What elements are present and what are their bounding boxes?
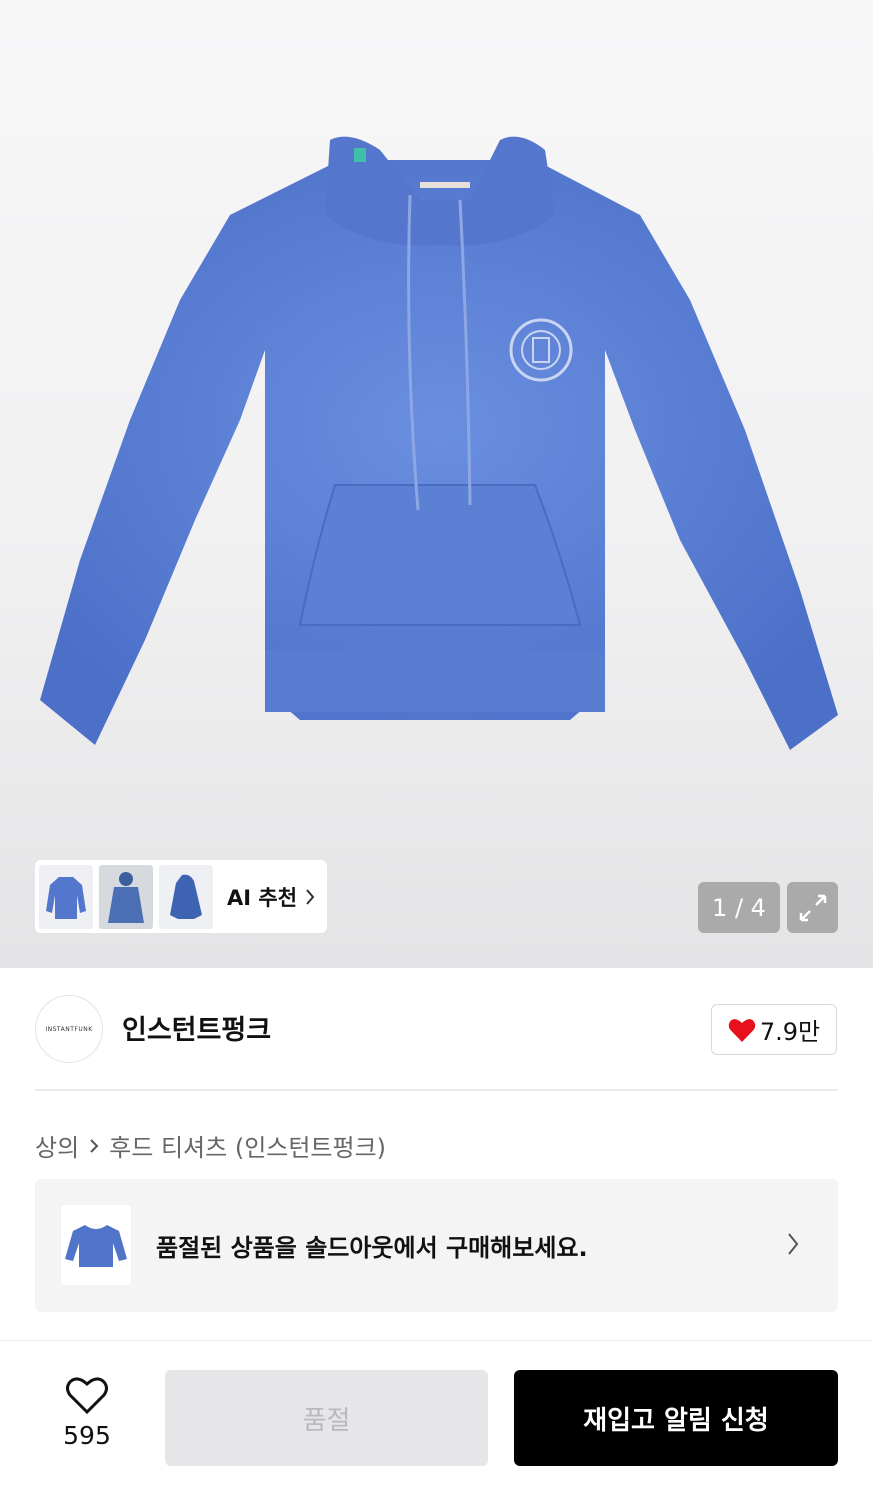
wishlist-count: 595 xyxy=(63,1421,111,1450)
breadcrumb-category[interactable]: 상의 xyxy=(35,1128,79,1163)
recommendation-thumbnail[interactable] xyxy=(39,864,93,929)
soldout-banner-text: 품절된 상품을 솔드아웃에서 구매해보세요. xyxy=(156,1234,588,1262)
image-counter: 1 / 4 xyxy=(698,882,780,933)
restock-alert-button[interactable]: 재입고 알림 신청 xyxy=(514,1370,838,1466)
sweatshirt-thumbnail xyxy=(65,1225,127,1267)
ai-recommendation-label[interactable]: AI 추천 xyxy=(227,882,297,912)
recommendation-thumbnail[interactable] xyxy=(159,864,213,929)
recommendation-thumbnail[interactable] xyxy=(99,864,153,929)
chevron-right-icon xyxy=(787,1232,799,1260)
divider xyxy=(35,1089,838,1091)
heart-filled-icon xyxy=(728,1018,756,1042)
breadcrumb-subcategory[interactable]: 후드 티셔츠 (인스턴트펑크) xyxy=(109,1128,386,1163)
expand-image-button[interactable] xyxy=(787,882,838,933)
heart-outline-icon xyxy=(66,1377,108,1415)
product-hoodie-image xyxy=(40,136,838,750)
wishlist-button[interactable]: 595 xyxy=(46,1375,128,1450)
brand-logo-text: INSTANTFUNK xyxy=(45,1025,93,1033)
ai-recommendation-strip[interactable]: AI 추천 xyxy=(35,860,327,933)
brand-like-count: 7.9만 xyxy=(759,1018,821,1046)
hoodie-front-thumbnail xyxy=(46,876,86,919)
soldout-product-thumbnail xyxy=(61,1205,131,1285)
brand-name[interactable]: 인스턴트펑크 xyxy=(122,1008,271,1047)
hoodie-model-thumbnail xyxy=(108,871,144,923)
bottom-action-bar: 595 품절 재입고 알림 신청 xyxy=(0,1340,873,1501)
soldout-banner[interactable]: 품절된 상품을 솔드아웃에서 구매해보세요. xyxy=(35,1179,838,1312)
expand-icon xyxy=(799,894,826,921)
brand-like-button[interactable]: 7.9만 xyxy=(711,1004,837,1055)
soldout-button: 품절 xyxy=(165,1370,488,1466)
breadcrumb: 상의 후드 티셔츠 (인스턴트펑크) xyxy=(35,1128,386,1163)
product-image-area[interactable]: AI 추천 1 / 4 xyxy=(0,0,873,968)
chevron-right-icon xyxy=(305,888,315,906)
hoodie-side-thumbnail xyxy=(170,874,202,919)
chevron-right-icon xyxy=(89,1138,99,1154)
brand-logo[interactable]: INSTANTFUNK xyxy=(35,995,103,1063)
